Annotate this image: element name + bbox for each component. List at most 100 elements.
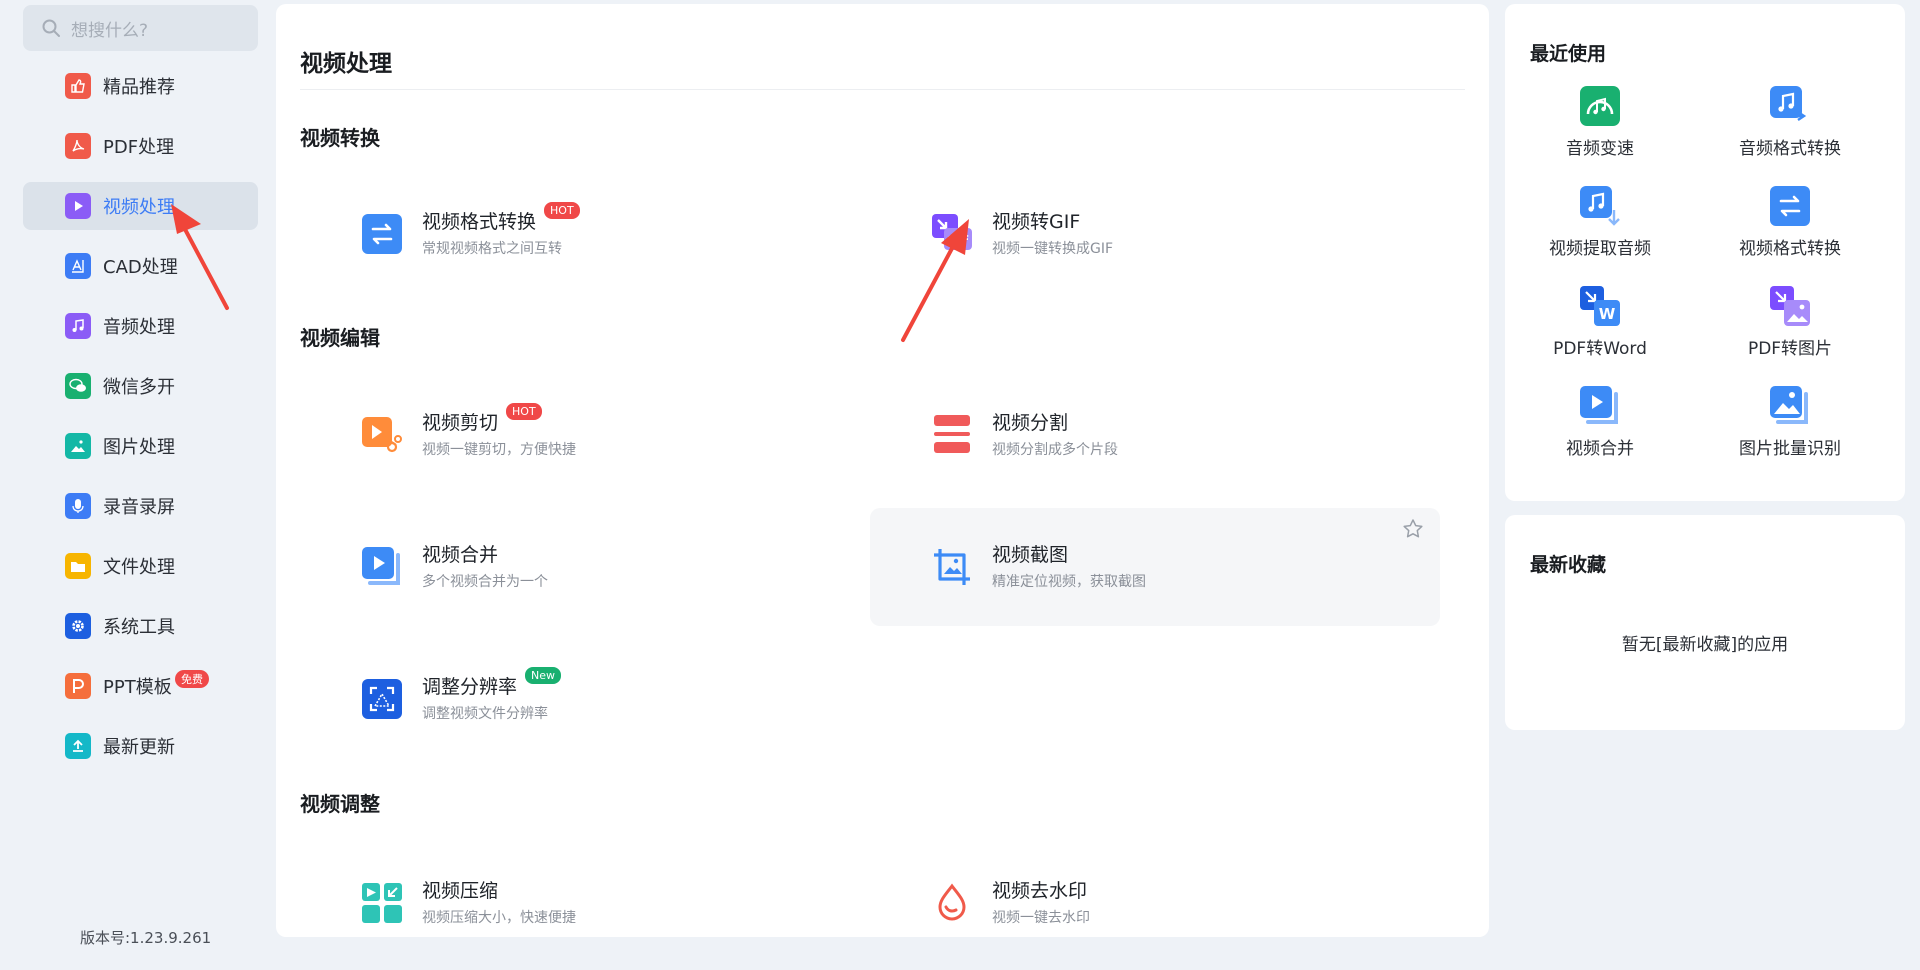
recent-panel: 最近使用 音频变速 音频格式转换 视频提取音频 视频格式转换 W PDF转Wor… — [1505, 4, 1905, 501]
recent-item[interactable]: 视频格式转换 — [1695, 186, 1885, 276]
tool-name: 视频压缩 — [422, 880, 499, 902]
sidebar-item-label: 音频处理 — [103, 317, 175, 338]
sidebar-item-ppt[interactable]: PPT模板 免费 — [23, 662, 258, 710]
recent-title: 最近使用 — [1530, 43, 1607, 65]
free-badge: 免费 — [175, 670, 209, 688]
recent-item-label: 视频格式转换 — [1739, 239, 1841, 259]
section-title-convert: 视频转换 — [300, 126, 380, 150]
folder-icon — [65, 553, 91, 579]
tool-video-to-gif[interactable]: GIF 视频转GIF 视频一键转换成GIF — [870, 175, 1440, 293]
image-icon — [65, 433, 91, 459]
recent-item[interactable]: 视频合并 — [1505, 386, 1695, 476]
tool-description: 多个视频合并为一个 — [422, 574, 548, 590]
recent-item[interactable]: 视频提取音频 — [1505, 186, 1695, 276]
sidebar-item-label: 图片处理 — [103, 437, 175, 458]
microphone-icon — [65, 493, 91, 519]
sidebar-item-label: 文件处理 — [103, 557, 175, 578]
search-placeholder: 想搜什么? — [71, 20, 149, 41]
extract-audio-icon — [1580, 186, 1620, 226]
recent-item-label: 图片批量识别 — [1739, 439, 1841, 459]
sidebar-item-cad[interactable]: CAD处理 — [23, 242, 258, 290]
sidebar-nav: 精品推荐 PDF处理 视频处理 CAD处理 音频处理 微信多开 图片处理 录音录… — [23, 62, 258, 782]
recent-item-label: 视频合并 — [1566, 439, 1634, 459]
sidebar-item-image[interactable]: 图片处理 — [23, 422, 258, 470]
search-icon — [42, 19, 60, 37]
recent-item[interactable]: 音频格式转换 — [1695, 86, 1885, 176]
upload-icon — [65, 733, 91, 759]
search-input[interactable]: 想搜什么? — [23, 5, 258, 51]
tool-name: 视频分割 — [992, 412, 1069, 434]
audio-speed-icon — [1580, 86, 1620, 126]
svg-text:GIF: GIF — [947, 233, 970, 247]
divider — [300, 89, 1465, 90]
tool-description: 视频一键剪切，方便快捷 — [422, 442, 576, 458]
sidebar-item-file[interactable]: 文件处理 — [23, 542, 258, 590]
tool-video-merge[interactable]: 视频合并 多个视频合并为一个 — [300, 508, 870, 626]
tool-name: 视频转GIF — [992, 211, 1081, 233]
svg-text:W: W — [1599, 305, 1616, 323]
video-convert-icon — [362, 214, 402, 254]
sidebar-item-record[interactable]: 录音录屏 — [23, 482, 258, 530]
tool-description: 视频一键转换成GIF — [992, 241, 1114, 257]
recent-item-label: 音频格式转换 — [1739, 139, 1841, 159]
version-label: 版本号:1.23.9.261 — [80, 929, 212, 947]
sidebar-item-video[interactable]: 视频处理 — [23, 182, 258, 230]
video-convert-icon — [1770, 186, 1810, 226]
tool-adjust-resolution[interactable]: 调整分辨率 New 调整视频文件分辨率 — [300, 640, 870, 758]
sidebar-item-label: 最新更新 — [103, 737, 175, 758]
hot-badge: HOT — [506, 403, 542, 420]
thumbs-up-icon — [65, 73, 91, 99]
tool-name: 视频格式转换 — [422, 211, 537, 233]
sidebar-item-system[interactable]: 系统工具 — [23, 602, 258, 650]
tool-name: 调整分辨率 — [422, 676, 518, 698]
video-merge-icon — [362, 547, 402, 587]
favorites-panel: 最新收藏 暂无[最新收藏]的应用 — [1505, 515, 1905, 730]
favorites-empty-text: 暂无[最新收藏]的应用 — [1621, 635, 1789, 655]
tool-video-format-convert[interactable]: 视频格式转换 HOT 常规视频格式之间互转 — [300, 175, 870, 293]
recent-item-label: 视频提取音频 — [1549, 239, 1651, 259]
tool-video-cut[interactable]: 视频剪切 HOT 视频一键剪切，方便快捷 — [300, 376, 870, 494]
sidebar-item-label: 微信多开 — [103, 377, 175, 398]
sidebar-item-label: CAD处理 — [103, 257, 178, 278]
favorite-star-icon[interactable] — [1402, 518, 1424, 544]
video-merge-icon — [1580, 386, 1618, 424]
gear-icon — [65, 613, 91, 639]
new-badge: New — [525, 667, 562, 684]
video-split-icon — [932, 415, 972, 455]
tool-video-split[interactable]: 视频分割 视频分割成多个片段 — [870, 376, 1440, 494]
tool-video-screenshot[interactable]: 视频截图 精准定位视频，获取截图 — [870, 508, 1440, 626]
image-ocr-icon — [1770, 386, 1808, 424]
recent-item[interactable]: PDF转图片 — [1695, 286, 1885, 376]
tool-name: 视频合并 — [422, 544, 499, 566]
video-cut-icon — [362, 415, 402, 455]
cad-icon — [65, 253, 91, 279]
wechat-icon — [65, 373, 91, 399]
tool-video-compress[interactable]: 视频压缩 视频压缩大小，快速便捷 — [300, 844, 870, 937]
watermark-remove-icon — [932, 883, 972, 923]
recent-item[interactable]: 音频变速 — [1505, 86, 1695, 176]
tool-description: 调整视频文件分辨率 — [422, 706, 548, 722]
audio-convert-icon — [1770, 86, 1807, 121]
recent-item[interactable]: W PDF转Word — [1505, 286, 1695, 376]
sidebar-item-label: PPT模板 — [103, 677, 172, 698]
sidebar-item-pdf[interactable]: PDF处理 — [23, 122, 258, 170]
sidebar-item-recommended[interactable]: 精品推荐 — [23, 62, 258, 110]
tool-name: 视频剪切 — [422, 412, 499, 434]
favorites-title: 最新收藏 — [1530, 554, 1607, 576]
section-title-edit: 视频编辑 — [300, 326, 380, 350]
sidebar-item-label: 视频处理 — [103, 197, 175, 218]
recent-item[interactable]: 图片批量识别 — [1695, 386, 1885, 476]
sidebar: 想搜什么? 精品推荐 PDF处理 视频处理 CAD处理 音频处理 微信多开 图片… — [0, 0, 270, 970]
main-panel: 视频处理 视频转换 视频格式转换 HOT 常规视频格式之间互转 GIF 视频转GI… — [276, 4, 1489, 937]
sidebar-item-updates[interactable]: 最新更新 — [23, 722, 258, 770]
tool-description: 视频压缩大小，快速便捷 — [422, 910, 576, 926]
resolution-icon — [362, 679, 402, 719]
pdf-to-word-icon: W — [1580, 286, 1620, 326]
sidebar-item-wechat[interactable]: 微信多开 — [23, 362, 258, 410]
compress-icon — [362, 883, 402, 923]
tool-description: 视频分割成多个片段 — [992, 442, 1118, 458]
sidebar-item-audio[interactable]: 音频处理 — [23, 302, 258, 350]
tool-remove-watermark[interactable]: 视频去水印 视频一键去水印 — [870, 844, 1440, 937]
hot-badge: HOT — [544, 202, 580, 219]
recent-item-label: 音频变速 — [1566, 139, 1634, 159]
